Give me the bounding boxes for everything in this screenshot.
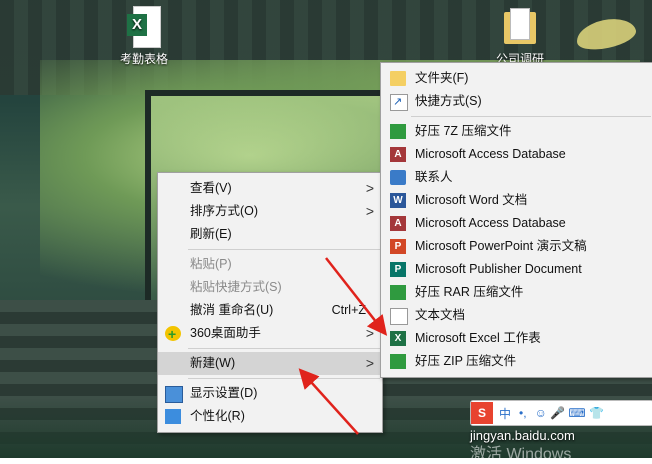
- personalize-icon: [165, 409, 181, 424]
- menu-item-label: 撤消 重命名(U): [190, 303, 274, 317]
- access-icon: A: [390, 216, 406, 231]
- new-powerpoint[interactable]: P Microsoft PowerPoint 演示文稿: [381, 235, 652, 258]
- menu-item-label: Microsoft Access Database: [415, 147, 566, 161]
- publisher-icon: P: [390, 262, 406, 277]
- menu-separator: [188, 378, 380, 379]
- menu-item-label: 查看(V): [190, 181, 232, 195]
- chevron-right-icon: >: [365, 180, 374, 196]
- excel-file-icon: X: [127, 6, 161, 48]
- desktop-icon-company[interactable]: 公司调研: [488, 6, 552, 67]
- ime-mode[interactable]: 中: [499, 405, 511, 422]
- menu-item-label: Microsoft Excel 工作表: [415, 331, 541, 345]
- menu-item-personalize[interactable]: 个性化(R): [158, 405, 382, 428]
- menu-item-view[interactable]: 查看(V) >: [158, 177, 382, 200]
- chevron-right-icon: >: [365, 355, 374, 371]
- display-icon: [165, 386, 183, 403]
- menu-item-label: 显示设置(D): [190, 386, 258, 400]
- 360-icon: [165, 323, 181, 346]
- menu-item-paste[interactable]: 粘贴(P): [158, 253, 382, 276]
- menu-item-refresh[interactable]: 刷新(E): [158, 223, 382, 246]
- desktop-icon-attendance[interactable]: X 考勤表格: [112, 6, 176, 67]
- new-contact[interactable]: 联系人: [381, 166, 652, 189]
- menu-item-label: Microsoft Access Database: [415, 216, 566, 230]
- menu-item-label: 文本文档: [415, 308, 466, 322]
- ime-toolbar: S 中 •, ☺ 🎤 ⌨ 👕: [470, 400, 652, 426]
- contact-icon: [390, 170, 406, 185]
- menu-item-undo-rename[interactable]: 撤消 重命名(U) Ctrl+Z: [158, 299, 382, 322]
- menu-item-label: 好压 RAR 压缩文件: [415, 285, 524, 299]
- new-word-doc[interactable]: W Microsoft Word 文档: [381, 189, 652, 212]
- chevron-right-icon: >: [365, 325, 374, 341]
- menu-item-label: 好压 7Z 压缩文件: [415, 124, 512, 138]
- folder-icon: [502, 6, 538, 46]
- sogou-logo-icon[interactable]: S: [471, 402, 493, 424]
- menu-separator: [188, 249, 380, 250]
- desktop-context-menu: 查看(V) > 排序方式(O) > 刷新(E) 粘贴(P) 粘贴快捷方式(S) 撤消…: [157, 172, 383, 433]
- menu-item-label: 刷新(E): [190, 227, 232, 241]
- excel-icon: X: [390, 331, 406, 346]
- menu-item-label: 个性化(R): [190, 409, 245, 423]
- access-icon: A: [390, 147, 406, 162]
- text-doc-icon: [390, 308, 408, 325]
- menu-item-sort[interactable]: 排序方式(O) >: [158, 200, 382, 223]
- menu-item-label: 360桌面助手: [190, 326, 261, 340]
- new-submenu: 文件夹(F) 快捷方式(S) 好压 7Z 压缩文件 A Microsoft Acc…: [380, 62, 652, 378]
- menu-item-360[interactable]: 360桌面助手 >: [158, 322, 382, 346]
- new-7z[interactable]: 好压 7Z 压缩文件: [381, 120, 652, 143]
- new-zip[interactable]: 好压 ZIP 压缩文件: [381, 350, 652, 373]
- chevron-right-icon: >: [365, 203, 374, 219]
- menu-item-label: 新建(W): [190, 356, 236, 370]
- menu-item-shortcut: Ctrl+Z: [331, 303, 366, 317]
- new-text-doc[interactable]: 文本文档: [381, 304, 652, 327]
- menu-separator: [188, 348, 380, 349]
- menu-item-paste-shortcut[interactable]: 粘贴快捷方式(S): [158, 276, 382, 299]
- ime-extras-icon[interactable]: ☺ 🎤 ⌨ 👕: [535, 406, 604, 420]
- haozip-icon: [390, 124, 406, 139]
- ime-punct[interactable]: •,: [519, 406, 527, 420]
- activate-windows-text: 激活 Windows: [470, 446, 572, 463]
- menu-item-label: 粘贴快捷方式(S): [190, 280, 282, 294]
- powerpoint-icon: P: [390, 239, 406, 254]
- new-publisher[interactable]: P Microsoft Publisher Document: [381, 258, 652, 281]
- menu-item-label: 文件夹(F): [415, 71, 469, 85]
- word-icon: W: [390, 193, 406, 208]
- menu-item-label: Microsoft Word 文档: [415, 193, 528, 207]
- menu-item-display-settings[interactable]: 显示设置(D): [158, 382, 382, 405]
- menu-item-label: 快捷方式(S): [415, 94, 482, 108]
- menu-item-label: Microsoft Publisher Document: [415, 262, 582, 276]
- new-rar[interactable]: 好压 RAR 压缩文件: [381, 281, 652, 304]
- menu-item-new[interactable]: 新建(W) >: [158, 352, 382, 375]
- haozip-icon: [390, 285, 406, 300]
- haozip-icon: [390, 354, 406, 369]
- menu-item-label: 排序方式(O): [190, 204, 259, 218]
- shortcut-icon: [390, 91, 408, 114]
- new-access-db-2[interactable]: A Microsoft Access Database: [381, 212, 652, 235]
- new-access-db[interactable]: A Microsoft Access Database: [381, 143, 652, 166]
- folder-icon: [390, 71, 406, 86]
- menu-item-label: 联系人: [415, 170, 453, 184]
- menu-item-label: Microsoft PowerPoint 演示文稿: [415, 239, 587, 253]
- new-excel-sheet[interactable]: X Microsoft Excel 工作表: [381, 327, 652, 350]
- new-folder[interactable]: 文件夹(F): [381, 67, 652, 90]
- menu-item-label: 好压 ZIP 压缩文件: [415, 354, 517, 368]
- desktop-icon-label: 考勤表格: [119, 52, 168, 66]
- new-shortcut[interactable]: 快捷方式(S): [381, 90, 652, 114]
- menu-item-label: 粘贴(P): [190, 257, 232, 271]
- menu-separator: [411, 116, 651, 117]
